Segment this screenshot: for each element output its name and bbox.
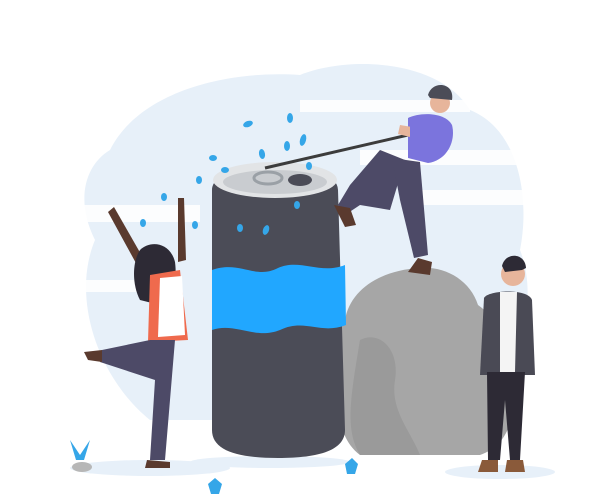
illustration-scene — [0, 0, 605, 495]
giant-can — [212, 162, 346, 458]
